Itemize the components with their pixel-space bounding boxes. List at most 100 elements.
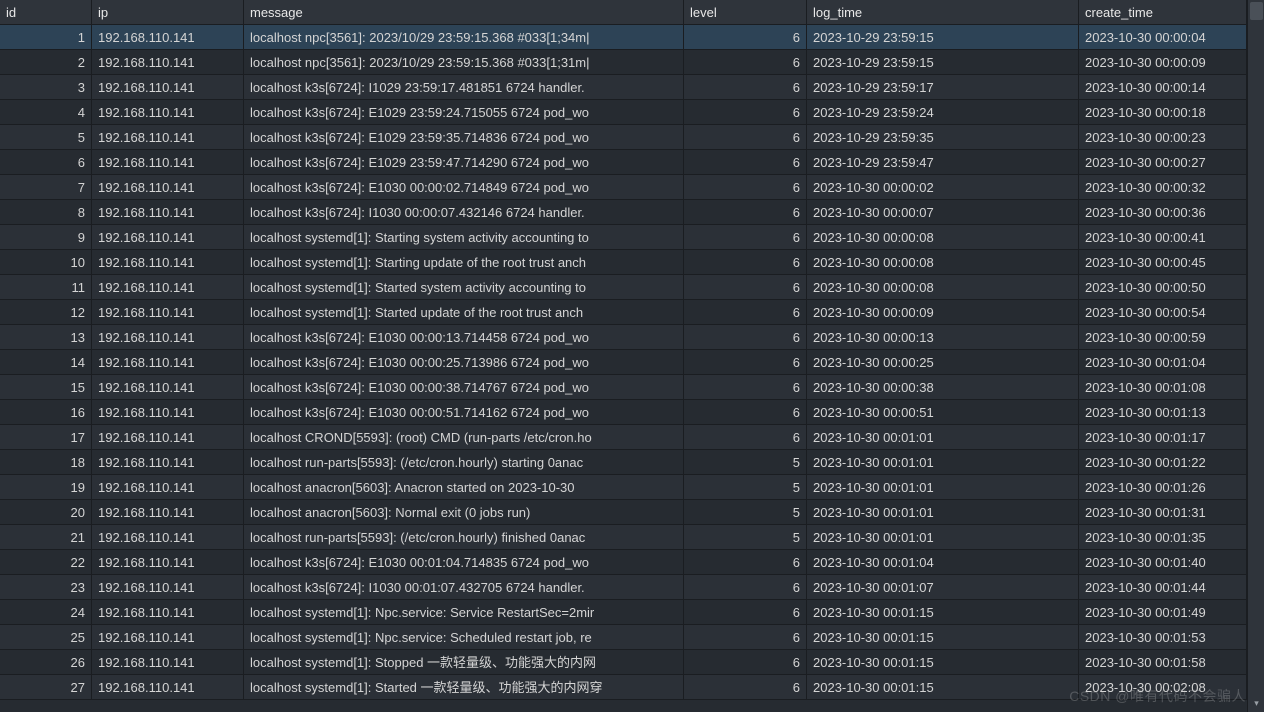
cell-id[interactable]: 12	[0, 300, 92, 324]
cell-level[interactable]: 6	[684, 200, 807, 224]
cell-log-time[interactable]: 2023-10-30 00:01:07	[807, 575, 1079, 599]
cell-id[interactable]: 10	[0, 250, 92, 274]
cell-ip[interactable]: 192.168.110.141	[92, 100, 244, 124]
cell-level[interactable]: 6	[684, 275, 807, 299]
cell-create-time[interactable]: 2023-10-30 00:00:14	[1079, 75, 1247, 99]
cell-message[interactable]: localhost anacron[5603]: Anacron started…	[244, 475, 684, 499]
table-row[interactable]: 10192.168.110.141localhost systemd[1]: S…	[0, 250, 1264, 275]
cell-create-time[interactable]: 2023-10-30 00:01:13	[1079, 400, 1247, 424]
cell-ip[interactable]: 192.168.110.141	[92, 675, 244, 699]
scroll-down-arrow-icon[interactable]: ▾	[1248, 695, 1264, 712]
cell-create-time[interactable]: 2023-10-30 00:01:53	[1079, 625, 1247, 649]
cell-id[interactable]: 25	[0, 625, 92, 649]
cell-level[interactable]: 6	[684, 225, 807, 249]
cell-id[interactable]: 5	[0, 125, 92, 149]
cell-log-time[interactable]: 2023-10-30 00:00:08	[807, 225, 1079, 249]
cell-level[interactable]: 5	[684, 500, 807, 524]
cell-message[interactable]: localhost k3s[6724]: E1030 00:01:04.7148…	[244, 550, 684, 574]
cell-log-time[interactable]: 2023-10-30 00:00:07	[807, 200, 1079, 224]
cell-id[interactable]: 14	[0, 350, 92, 374]
cell-id[interactable]: 7	[0, 175, 92, 199]
cell-log-time[interactable]: 2023-10-30 00:01:01	[807, 450, 1079, 474]
cell-log-time[interactable]: 2023-10-30 00:01:01	[807, 475, 1079, 499]
cell-create-time[interactable]: 2023-10-30 00:00:45	[1079, 250, 1247, 274]
cell-log-time[interactable]: 2023-10-30 00:01:15	[807, 650, 1079, 674]
table-row[interactable]: 17192.168.110.141localhost CROND[5593]: …	[0, 425, 1264, 450]
cell-level[interactable]: 6	[684, 300, 807, 324]
cell-create-time[interactable]: 2023-10-30 00:00:54	[1079, 300, 1247, 324]
cell-log-time[interactable]: 2023-10-30 00:00:38	[807, 375, 1079, 399]
cell-message[interactable]: localhost k3s[6724]: I1030 00:00:07.4321…	[244, 200, 684, 224]
cell-message[interactable]: localhost systemd[1]: Stopped 一款轻量级、功能强大…	[244, 650, 684, 674]
cell-message[interactable]: localhost systemd[1]: Started update of …	[244, 300, 684, 324]
cell-ip[interactable]: 192.168.110.141	[92, 550, 244, 574]
cell-id[interactable]: 1	[0, 25, 92, 49]
cell-message[interactable]: localhost systemd[1]: Started system act…	[244, 275, 684, 299]
cell-ip[interactable]: 192.168.110.141	[92, 350, 244, 374]
cell-level[interactable]: 6	[684, 425, 807, 449]
cell-level[interactable]: 6	[684, 25, 807, 49]
cell-id[interactable]: 20	[0, 500, 92, 524]
cell-id[interactable]: 9	[0, 225, 92, 249]
cell-ip[interactable]: 192.168.110.141	[92, 75, 244, 99]
cell-log-time[interactable]: 2023-10-29 23:59:15	[807, 50, 1079, 74]
cell-level[interactable]: 6	[684, 75, 807, 99]
cell-id[interactable]: 6	[0, 150, 92, 174]
cell-log-time[interactable]: 2023-10-30 00:01:15	[807, 625, 1079, 649]
cell-id[interactable]: 11	[0, 275, 92, 299]
cell-log-time[interactable]: 2023-10-29 23:59:15	[807, 25, 1079, 49]
cell-message[interactable]: localhost k3s[6724]: E1029 23:59:35.7148…	[244, 125, 684, 149]
cell-ip[interactable]: 192.168.110.141	[92, 500, 244, 524]
cell-id[interactable]: 4	[0, 100, 92, 124]
cell-level[interactable]: 5	[684, 450, 807, 474]
cell-log-time[interactable]: 2023-10-30 00:01:15	[807, 600, 1079, 624]
table-row[interactable]: 1192.168.110.141localhost npc[3561]: 202…	[0, 25, 1264, 50]
cell-message[interactable]: localhost k3s[6724]: E1030 00:00:13.7144…	[244, 325, 684, 349]
cell-level[interactable]: 6	[684, 400, 807, 424]
table-row[interactable]: 9192.168.110.141localhost systemd[1]: St…	[0, 225, 1264, 250]
table-row[interactable]: 2192.168.110.141localhost npc[3561]: 202…	[0, 50, 1264, 75]
cell-log-time[interactable]: 2023-10-30 00:00:09	[807, 300, 1079, 324]
table-row[interactable]: 26192.168.110.141localhost systemd[1]: S…	[0, 650, 1264, 675]
cell-log-time[interactable]: 2023-10-30 00:00:08	[807, 250, 1079, 274]
cell-id[interactable]: 21	[0, 525, 92, 549]
vertical-scrollbar[interactable]: ▾	[1247, 0, 1264, 712]
table-row[interactable]: 8192.168.110.141localhost k3s[6724]: I10…	[0, 200, 1264, 225]
cell-message[interactable]: localhost k3s[6724]: I1029 23:59:17.4818…	[244, 75, 684, 99]
cell-message[interactable]: localhost systemd[1]: Npc.service: Sched…	[244, 625, 684, 649]
cell-level[interactable]: 6	[684, 625, 807, 649]
cell-id[interactable]: 27	[0, 675, 92, 699]
cell-ip[interactable]: 192.168.110.141	[92, 450, 244, 474]
column-header-level[interactable]: level	[684, 0, 807, 24]
column-header-id[interactable]: id	[0, 0, 92, 24]
cell-message[interactable]: localhost systemd[1]: Starting update of…	[244, 250, 684, 274]
cell-log-time[interactable]: 2023-10-30 00:01:15	[807, 675, 1079, 699]
cell-id[interactable]: 17	[0, 425, 92, 449]
cell-ip[interactable]: 192.168.110.141	[92, 175, 244, 199]
cell-level[interactable]: 6	[684, 350, 807, 374]
cell-ip[interactable]: 192.168.110.141	[92, 125, 244, 149]
cell-message[interactable]: localhost k3s[6724]: E1029 23:59:47.7142…	[244, 150, 684, 174]
cell-log-time[interactable]: 2023-10-30 00:00:08	[807, 275, 1079, 299]
column-header-create-time[interactable]: create_time	[1079, 0, 1247, 24]
cell-message[interactable]: localhost systemd[1]: Started 一款轻量级、功能强大…	[244, 675, 684, 699]
cell-message[interactable]: localhost k3s[6724]: I1030 00:01:07.4327…	[244, 575, 684, 599]
cell-log-time[interactable]: 2023-10-29 23:59:24	[807, 100, 1079, 124]
cell-id[interactable]: 3	[0, 75, 92, 99]
table-row[interactable]: 6192.168.110.141localhost k3s[6724]: E10…	[0, 150, 1264, 175]
cell-level[interactable]: 6	[684, 100, 807, 124]
cell-ip[interactable]: 192.168.110.141	[92, 325, 244, 349]
table-row[interactable]: 20192.168.110.141localhost anacron[5603]…	[0, 500, 1264, 525]
cell-id[interactable]: 23	[0, 575, 92, 599]
table-row[interactable]: 24192.168.110.141localhost systemd[1]: N…	[0, 600, 1264, 625]
table-row[interactable]: 12192.168.110.141localhost systemd[1]: S…	[0, 300, 1264, 325]
cell-id[interactable]: 24	[0, 600, 92, 624]
cell-log-time[interactable]: 2023-10-29 23:59:17	[807, 75, 1079, 99]
column-header-ip[interactable]: ip	[92, 0, 244, 24]
cell-id[interactable]: 13	[0, 325, 92, 349]
scrollbar-thumb[interactable]	[1250, 2, 1263, 20]
cell-level[interactable]: 6	[684, 650, 807, 674]
cell-level[interactable]: 6	[684, 675, 807, 699]
cell-log-time[interactable]: 2023-10-30 00:01:04	[807, 550, 1079, 574]
cell-ip[interactable]: 192.168.110.141	[92, 200, 244, 224]
